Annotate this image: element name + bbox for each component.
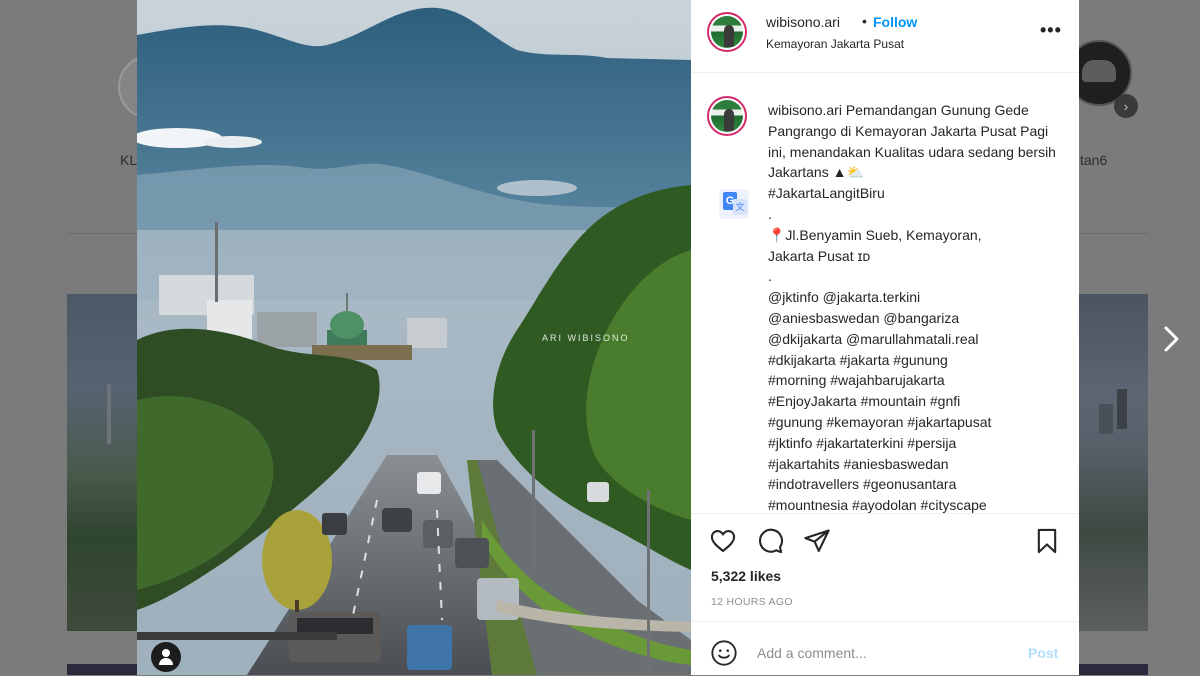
caption-line: Jakarta Pusat ɪᴅ [768, 247, 871, 264]
paper-plane-icon[interactable] [803, 527, 833, 557]
smiley-icon[interactable] [710, 639, 738, 667]
post-header: wibisono.ari • Follow Kemayoran Jakarta … [691, 0, 1079, 73]
comment-input[interactable] [757, 642, 1007, 664]
caption-line: #JakartaLangitBiru [768, 185, 885, 202]
caption-line: wibisono.ari Pemandangan Gunung Gede Pan… [768, 100, 1058, 183]
caption-line: #morning #wajahbarujakarta [768, 372, 945, 389]
caption-line: #gunung #kemayoran #jakartapusat [768, 413, 992, 430]
background-story-next-icon: › [1114, 94, 1138, 118]
caption-username-link[interactable]: wibisono.ari [768, 102, 842, 118]
avatar-image [711, 100, 743, 132]
author-avatar[interactable] [707, 12, 747, 52]
post-info-panel: wibisono.ari • Follow Kemayoran Jakarta … [691, 0, 1079, 675]
caption-line: . [768, 268, 772, 285]
author-username-link[interactable]: wibisono.ari [766, 14, 840, 30]
likes-count[interactable]: 5,322 likes [711, 568, 781, 584]
caption-line: #dkijakarta #jakarta #gunung [768, 351, 948, 368]
user-tag-icon[interactable] [151, 642, 181, 672]
caption-line: #jktinfo #jakartaterkini #persija [768, 434, 957, 451]
caption-line: @aniesbaswedan @bangariza [768, 309, 960, 326]
background-thumbnail [67, 294, 137, 631]
comment-bubble-icon[interactable] [756, 527, 786, 557]
caption-line: #EnjoyJakarta #mountain #gnfi [768, 393, 961, 410]
caption-line: #jakartahits #aniesbaswedan [768, 455, 949, 472]
next-post-chevron-right-icon[interactable] [1156, 322, 1186, 356]
add-comment-bar: Post [691, 621, 1079, 676]
more-options-icon[interactable]: ••• [1040, 20, 1062, 41]
post-timestamp[interactable]: 12 HOURS AGO [711, 596, 793, 608]
caption-line: #indotravellers #geonusantara [768, 476, 957, 493]
background-thumbnail [1079, 294, 1148, 631]
caption-line: . [768, 205, 772, 222]
caption-line: #mountnesia #ayodolan #cityscape [768, 497, 987, 513]
background-story-label: tan6 [1080, 152, 1108, 168]
location-link[interactable]: Kemayoran Jakarta Pusat [766, 37, 904, 51]
post-comment-button[interactable]: Post [1028, 645, 1058, 661]
caption-line: @dkijakarta @marullahmatali.real [768, 330, 979, 347]
caption-line: 📍Jl.Benyamin Sueb, Kemayoran, [768, 226, 982, 243]
separator-dot: • [862, 13, 867, 29]
post-photo[interactable]: ARI WIBISONO [137, 0, 691, 675]
heart-icon[interactable] [709, 527, 739, 557]
caption-scroll-area[interactable]: wibisono.ari Pemandangan Gunung Gede Pan… [691, 73, 1079, 513]
follow-button[interactable]: Follow [873, 14, 917, 30]
post-caption: wibisono.ari Pemandangan Gunung Gede Pan… [768, 100, 1058, 513]
bookmark-icon[interactable] [1033, 527, 1063, 557]
caption-line: @jktinfo @jakarta.terkini [768, 289, 921, 306]
background-story-label: KL [120, 152, 138, 168]
background-thumbnail [67, 664, 137, 675]
photo-watermark: ARI WIBISONO [542, 333, 630, 343]
google-translate-icon[interactable] [719, 189, 749, 219]
caption-author-avatar[interactable] [707, 96, 747, 136]
background-thumbnail [1079, 664, 1148, 675]
avatar-image [711, 16, 743, 48]
